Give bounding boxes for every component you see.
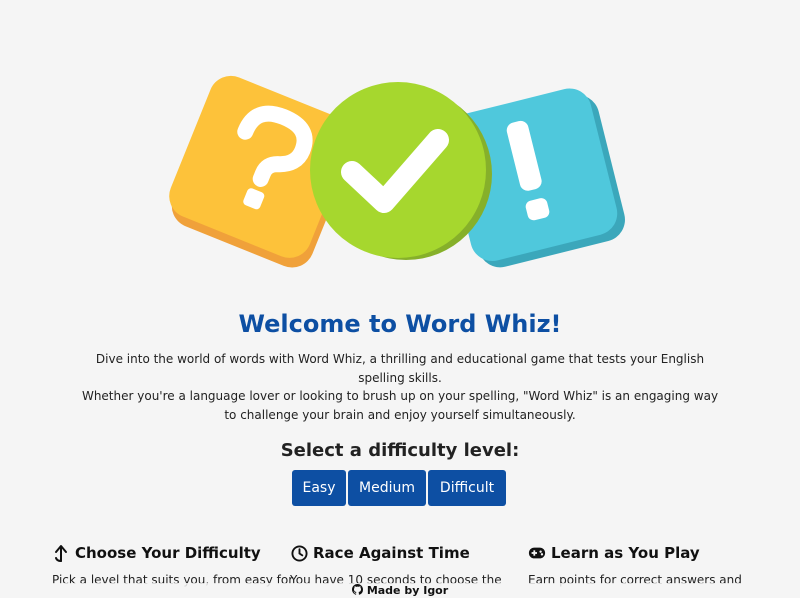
feature-title-text: Race Against Time bbox=[313, 544, 470, 562]
footer-text: Made by Igor bbox=[366, 584, 449, 597]
medium-button[interactable]: Medium bbox=[348, 470, 426, 506]
feature-title: Race Against Time bbox=[290, 543, 530, 563]
difficulty-selector: Easy Medium Difficult bbox=[292, 470, 506, 506]
arrow-up-icon bbox=[52, 544, 70, 562]
difficult-button[interactable]: Difficult bbox=[428, 470, 506, 506]
feature-title: Learn as You Play bbox=[528, 543, 768, 563]
intro-line: Dive into the world of words with Word W… bbox=[95, 352, 705, 385]
feature-title-text: Choose Your Difficulty bbox=[75, 544, 261, 562]
easy-button[interactable]: Easy bbox=[292, 470, 346, 506]
hero-illustration bbox=[169, 75, 625, 268]
github-icon bbox=[351, 583, 363, 598]
feature-title: Choose Your Difficulty bbox=[52, 543, 292, 563]
clock-icon bbox=[290, 544, 308, 562]
footer-credit[interactable]: Made by Igor bbox=[0, 583, 800, 598]
check-mark-icon bbox=[310, 82, 492, 260]
gamepad-icon bbox=[528, 544, 546, 562]
feature-title-text: Learn as You Play bbox=[551, 544, 700, 562]
difficulty-heading: Select a difficulty level: bbox=[280, 440, 520, 461]
intro-line: Whether you're a language lover or looki… bbox=[81, 389, 719, 403]
page-title: Welcome to Word Whiz! bbox=[238, 310, 562, 338]
intro-text: Dive into the world of words with Word W… bbox=[80, 350, 720, 424]
intro-line: to challenge your brain and enjoy yourse… bbox=[224, 407, 576, 422]
